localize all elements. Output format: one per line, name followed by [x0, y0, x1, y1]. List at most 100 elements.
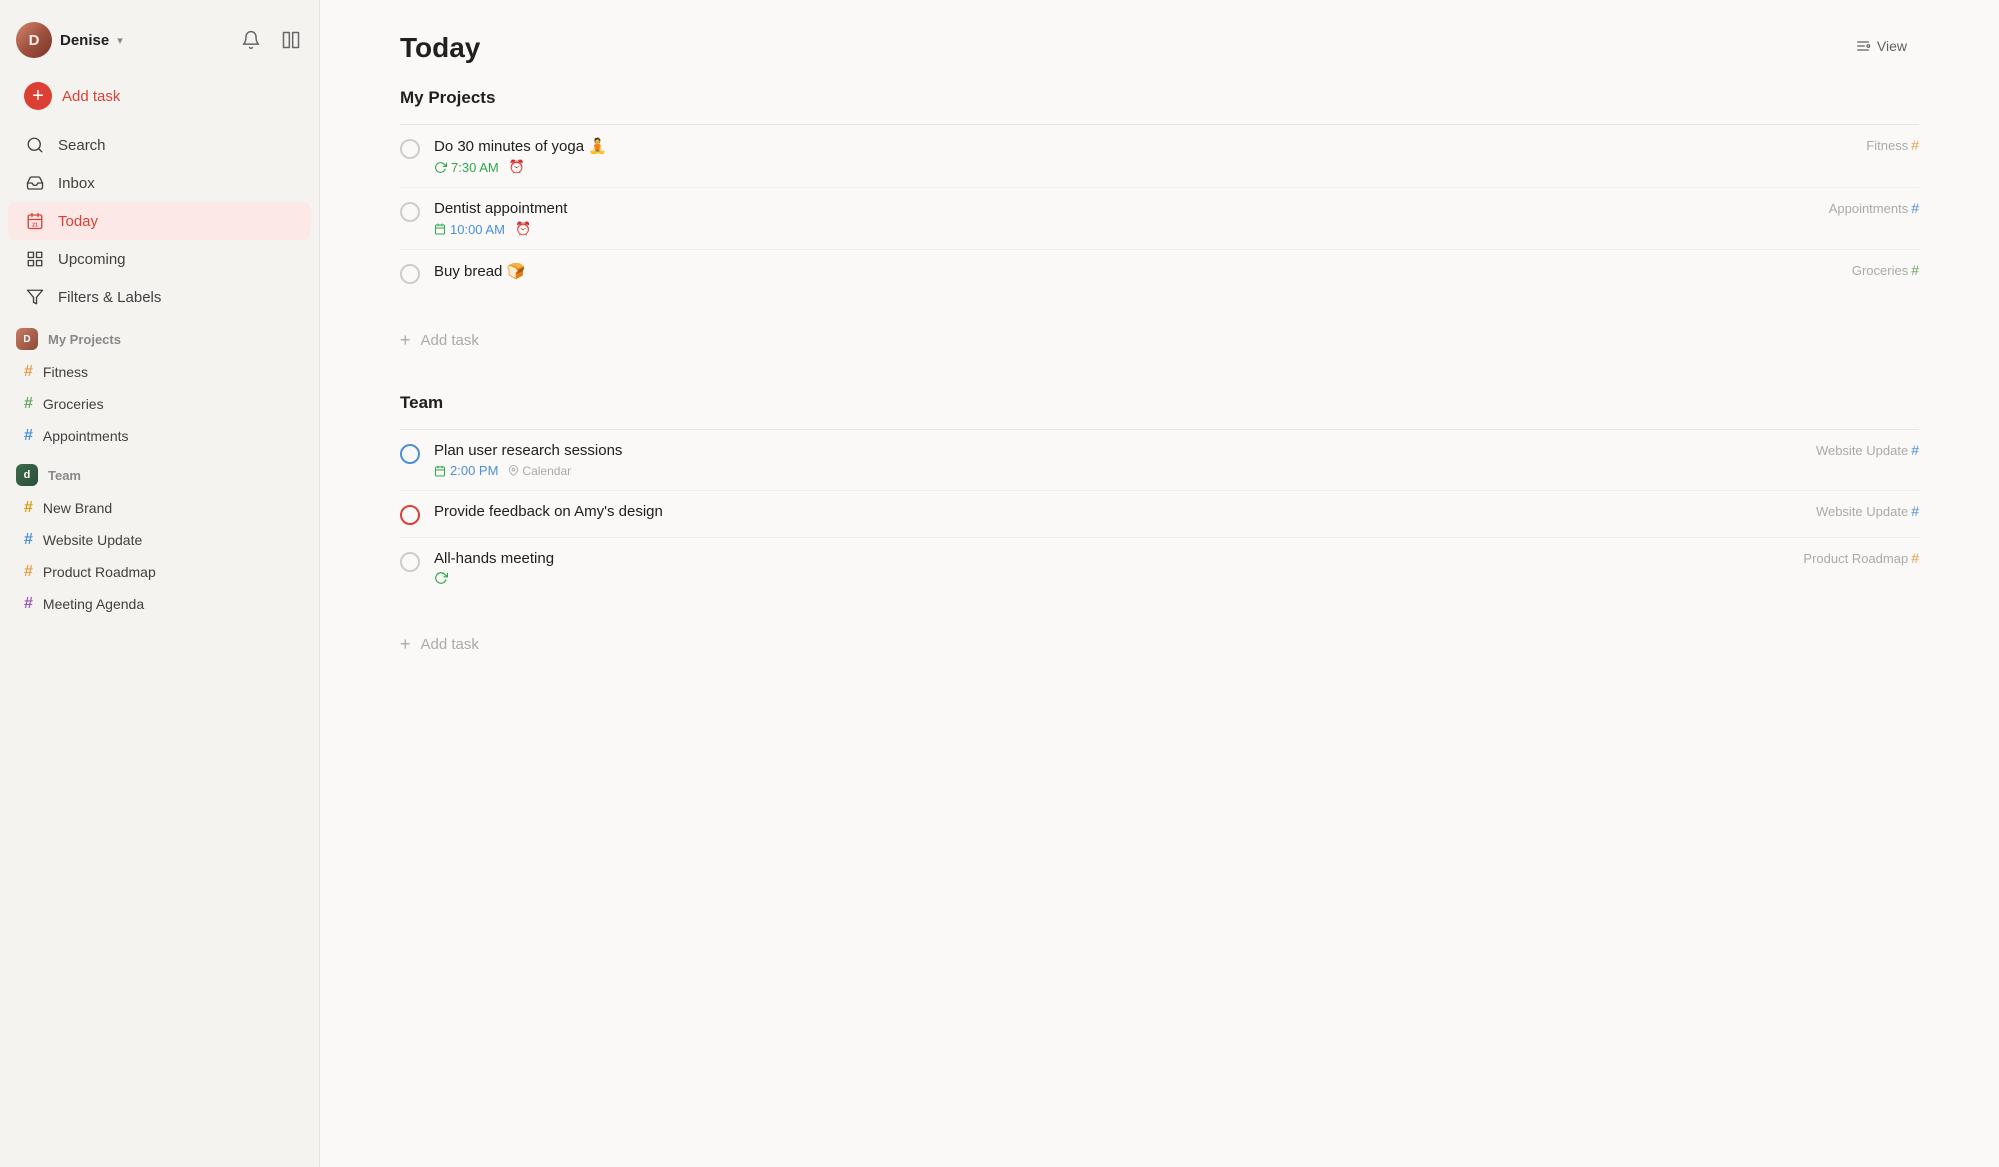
- user-info[interactable]: D Denise ▾: [16, 22, 123, 58]
- add-task-my-projects[interactable]: + Add task: [400, 320, 1919, 361]
- task-name-allhands: All-hands meeting: [434, 550, 1783, 567]
- hash-icon-fitness: #: [24, 363, 33, 381]
- sidebar-item-label-search: Search: [58, 137, 106, 154]
- avatar: D: [16, 22, 52, 58]
- task-checkbox-allhands[interactable]: [400, 552, 420, 572]
- sidebar-item-today[interactable]: 21 Today: [8, 202, 311, 240]
- task-content-yoga: Do 30 minutes of yoga 🧘 7:30 AM ⏰: [434, 137, 1846, 175]
- project-label-groceries: Groceries: [43, 396, 104, 412]
- page-title: Today: [400, 32, 480, 64]
- hash-icon-website-update: #: [24, 531, 33, 549]
- sidebar-item-inbox[interactable]: Inbox: [8, 164, 311, 202]
- sidebar-header: D Denise ▾: [0, 16, 319, 74]
- team-label-text: Team: [48, 468, 81, 483]
- alarm-icon-dentist: ⏰: [515, 221, 531, 237]
- team-avatar: d: [16, 464, 38, 486]
- task-name-yoga: Do 30 minutes of yoga 🧘: [434, 137, 1846, 155]
- task-checkbox-dentist[interactable]: [400, 202, 420, 222]
- my-projects-section-label: D My Projects: [0, 316, 319, 356]
- main-content: Today View My Projects Do 30 minutes of …: [320, 0, 1999, 1167]
- recur-icon: [434, 161, 447, 174]
- team-task-list: Plan user research sessions 2:00 PM Cale…: [400, 430, 1919, 600]
- task-time-research: 2:00 PM: [434, 463, 498, 478]
- notification-bell-button[interactable]: [239, 28, 263, 52]
- add-task-team[interactable]: + Add task: [400, 624, 1919, 665]
- sidebar-item-label-today: Today: [58, 213, 98, 230]
- my-projects-label-text: My Projects: [48, 332, 121, 347]
- sidebar-item-meeting-agenda[interactable]: # Meeting Agenda: [8, 588, 311, 620]
- task-time-dentist: 10:00 AM: [434, 222, 505, 237]
- hash-icon-meeting-agenda: #: [24, 595, 33, 613]
- table-row: Dentist appointment 10:00 AM ⏰ Appointme…: [400, 188, 1919, 250]
- task-content-allhands: All-hands meeting: [434, 550, 1783, 588]
- sidebar-item-fitness[interactable]: # Fitness: [8, 356, 311, 388]
- today-calendar-icon: 21: [24, 210, 46, 232]
- svg-text:21: 21: [32, 222, 38, 228]
- task-time-yoga: 7:30 AM: [434, 160, 499, 175]
- task-name-feedback: Provide feedback on Amy's design: [434, 503, 1796, 520]
- task-content-research: Plan user research sessions 2:00 PM Cale…: [434, 442, 1796, 478]
- recur-icon-allhands: [434, 571, 448, 588]
- my-projects-section-title: My Projects: [400, 88, 495, 108]
- calendar-icon-research: [434, 465, 446, 477]
- hash-icon-new-brand: #: [24, 499, 33, 517]
- hash-icon-project-allhands: #: [1911, 550, 1919, 566]
- task-content-feedback: Provide feedback on Amy's design: [434, 503, 1796, 524]
- task-meta-dentist: 10:00 AM ⏰: [434, 221, 1809, 237]
- task-name-research: Plan user research sessions: [434, 442, 1796, 459]
- task-name-bread: Buy bread 🍞: [434, 262, 1832, 280]
- user-name: Denise: [60, 32, 109, 49]
- project-label-appointments: Appointments: [43, 428, 129, 444]
- task-checkbox-feedback[interactable]: [400, 505, 420, 525]
- task-meta-yoga: 7:30 AM ⏰: [434, 159, 1846, 175]
- hash-icon-project-yoga: #: [1911, 137, 1919, 153]
- hash-icon-groceries: #: [24, 395, 33, 413]
- sidebar-item-filters[interactable]: Filters & Labels: [8, 278, 311, 316]
- sidebar-item-upcoming[interactable]: Upcoming: [8, 240, 311, 278]
- team-section-label: d Team: [0, 452, 319, 492]
- project-label-fitness: Fitness: [43, 364, 88, 380]
- add-task-label: Add task: [62, 88, 120, 105]
- project-label-website-update: Website Update: [43, 532, 142, 548]
- inbox-icon: [24, 172, 46, 194]
- sidebar: D Denise ▾ + Add task: [0, 0, 320, 1167]
- team-group: Team Plan user research sessions 2:00 PM: [400, 393, 1919, 665]
- calendar-icon-dentist: [434, 223, 446, 235]
- task-checkbox-bread[interactable]: [400, 264, 420, 284]
- project-label-meeting-agenda: Meeting Agenda: [43, 596, 144, 612]
- team-section-title: Team: [400, 393, 443, 413]
- my-projects-avatar: D: [16, 328, 38, 350]
- task-content-bread: Buy bread 🍞: [434, 262, 1832, 284]
- task-checkbox-yoga[interactable]: [400, 139, 420, 159]
- sidebar-item-new-brand[interactable]: # New Brand: [8, 492, 311, 524]
- task-project-feedback: Website Update #: [1796, 503, 1919, 519]
- plus-icon-team: +: [400, 634, 411, 655]
- task-name-dentist: Dentist appointment: [434, 200, 1809, 217]
- sidebar-item-website-update[interactable]: # Website Update: [8, 524, 311, 556]
- hash-icon-appointments: #: [24, 427, 33, 445]
- task-project-bread: Groceries #: [1832, 262, 1919, 278]
- my-projects-task-list: Do 30 minutes of yoga 🧘 7:30 AM ⏰ Fitnes…: [400, 125, 1919, 296]
- layout-toggle-button[interactable]: [279, 28, 303, 52]
- alarm-icon-yoga: ⏰: [509, 159, 525, 175]
- add-task-button[interactable]: + Add task: [8, 74, 311, 118]
- task-project-allhands: Product Roadmap #: [1783, 550, 1919, 566]
- sidebar-item-search[interactable]: Search: [8, 126, 311, 164]
- table-row: Plan user research sessions 2:00 PM Cale…: [400, 430, 1919, 491]
- task-project-research: Website Update #: [1796, 442, 1919, 458]
- sidebar-item-label-inbox: Inbox: [58, 175, 95, 192]
- sidebar-item-groceries[interactable]: # Groceries: [8, 388, 311, 420]
- table-row: Do 30 minutes of yoga 🧘 7:30 AM ⏰ Fitnes…: [400, 125, 1919, 188]
- main-header: Today View: [400, 32, 1919, 64]
- sidebar-item-product-roadmap[interactable]: # Product Roadmap: [8, 556, 311, 588]
- project-label-product-roadmap: Product Roadmap: [43, 564, 156, 580]
- hash-icon-project-dentist: #: [1911, 200, 1919, 216]
- view-button[interactable]: View: [1843, 32, 1919, 60]
- calendar-label-research: Calendar: [508, 464, 571, 478]
- plus-icon-my-projects: +: [400, 330, 411, 351]
- chevron-down-icon: ▾: [117, 34, 123, 47]
- sidebar-item-appointments[interactable]: # Appointments: [8, 420, 311, 452]
- hash-icon-project-feedback: #: [1911, 503, 1919, 519]
- table-row: Provide feedback on Amy's design Website…: [400, 491, 1919, 538]
- task-checkbox-research[interactable]: [400, 444, 420, 464]
